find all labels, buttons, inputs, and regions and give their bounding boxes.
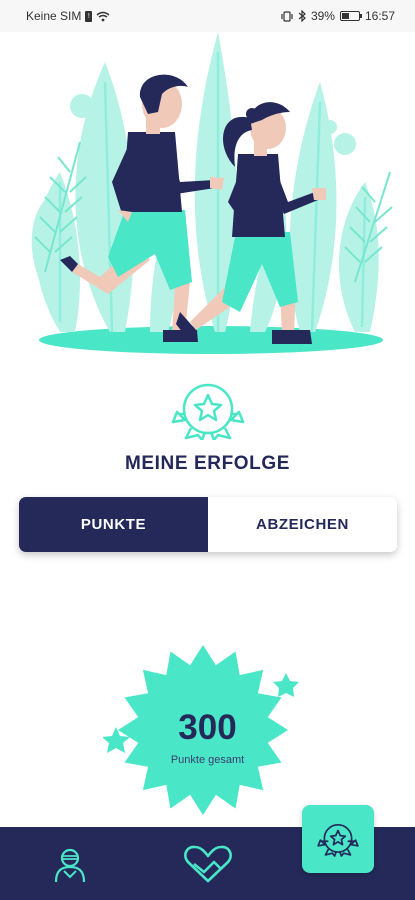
vibrate-icon: [281, 10, 293, 22]
points-total-value: 300: [178, 708, 237, 747]
bluetooth-icon: [298, 10, 306, 22]
wifi-icon: [96, 11, 110, 21]
points-badges-toggle: PUNKTE ABZEICHEN: [19, 497, 397, 552]
status-left: Keine SIM !: [26, 9, 110, 23]
carrier-text: Keine SIM: [26, 9, 82, 23]
battery-percent: 39%: [310, 9, 335, 23]
points-total-label: Punkte gesamt: [170, 754, 245, 766]
page-title: MEINE ERFOLGE: [124, 453, 291, 474]
status-bar: Keine SIM ! 39% 16:57: [0, 0, 415, 32]
nav-achievements[interactable]: [302, 805, 374, 873]
nav-profile[interactable]: [30, 827, 110, 900]
profile-icon: [54, 848, 86, 882]
two-joggers-illustration: [31, 32, 393, 354]
status-right: 39% 16:57: [281, 9, 395, 23]
battery-icon: [339, 11, 362, 21]
small-star-icon: [273, 673, 299, 697]
tab-points[interactable]: PUNKTE: [19, 497, 208, 552]
heart-health-icon: [184, 845, 232, 882]
clock: 16:57: [364, 9, 395, 23]
tab-badges[interactable]: ABZEICHEN: [208, 497, 397, 552]
battery-level: [341, 13, 349, 19]
nav-health[interactable]: [168, 827, 248, 900]
achievements-medal-icon: [317, 823, 359, 857]
award-medal-icon: [171, 383, 245, 440]
sim-icon: !: [85, 10, 93, 22]
